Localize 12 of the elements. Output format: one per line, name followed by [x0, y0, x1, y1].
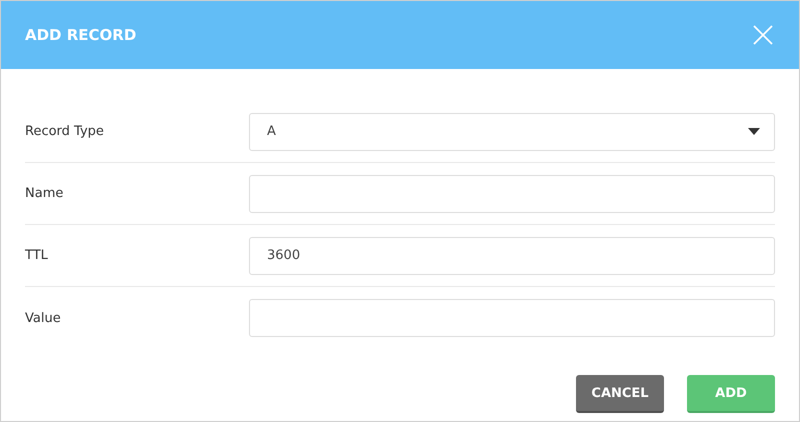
- field-label: TTL: [25, 248, 48, 263]
- field-label: Name: [25, 186, 64, 201]
- dialog-title: ADD RECORD: [25, 26, 136, 44]
- caret-icon: [748, 128, 760, 135]
- field-label: Record Type: [25, 124, 104, 139]
- record-type-dropdown[interactable]: A: [249, 112, 775, 150]
- field-label: Value: [25, 310, 61, 326]
- close-button[interactable]: [753, 25, 773, 45]
- input-field[interactable]: [249, 174, 775, 212]
- input-field[interactable]: 3600: [249, 236, 775, 274]
- input-field[interactable]: [249, 299, 775, 337]
- cancel-button[interactable]: CANCEL: [576, 375, 664, 413]
